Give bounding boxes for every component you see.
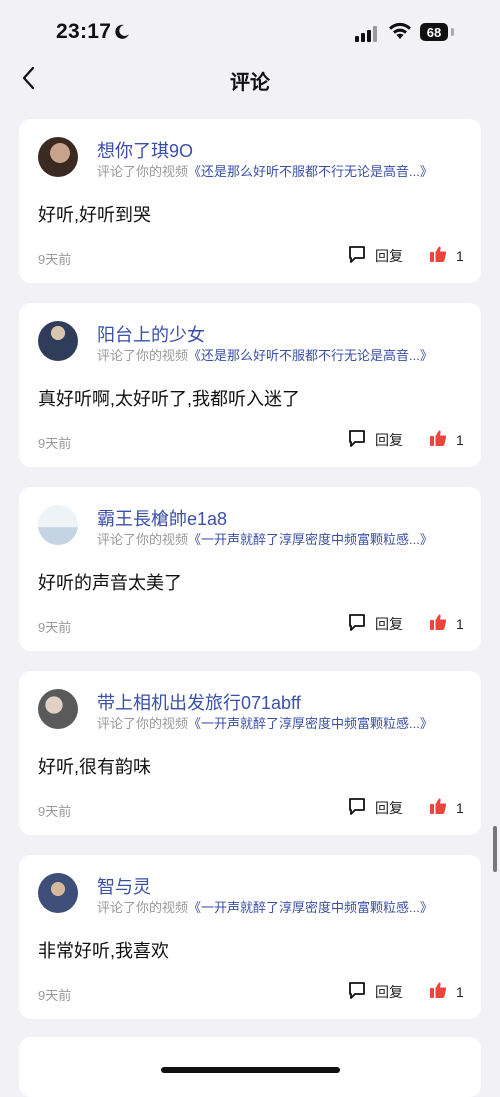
thumbs-up-icon: [429, 797, 447, 820]
status-bar: 23:17 68: [0, 0, 500, 64]
like-button[interactable]: 1: [429, 245, 464, 267]
comment-date: 9天前: [38, 620, 72, 635]
like-count: 1: [456, 984, 464, 1000]
moon-icon: [114, 24, 130, 45]
like-button[interactable]: 1: [429, 613, 464, 635]
avatar[interactable]: [38, 689, 78, 729]
action-text: 评论了你的视频: [97, 900, 189, 915]
comment-card[interactable]: 想你了琪9O 评论了你的视频《还是那么好听不服都不行无论是高音...》 好听,好…: [19, 119, 481, 283]
comment-date: 9天前: [38, 988, 72, 1003]
username[interactable]: 霸王長槍帥e1a8: [97, 505, 227, 531]
comment-text: 好听,很有韵味: [38, 757, 152, 777]
thumbs-up-icon: [429, 429, 447, 452]
reply-button[interactable]: 回复: [347, 245, 403, 267]
like-button[interactable]: 1: [429, 797, 464, 819]
battery-cap: [451, 28, 454, 36]
comment-card[interactable]: 霸王長槍帥e1a8 评论了你的视频《一开声就醉了淳厚密度中频富颗粒感...》 好…: [19, 487, 481, 651]
avatar[interactable]: [38, 505, 78, 545]
comment-meta: 评论了你的视频《还是那么好听不服都不行无论是高音...》: [97, 161, 433, 180]
like-count: 1: [456, 800, 464, 816]
thumbs-up-icon: [429, 613, 447, 636]
like-button[interactable]: 1: [429, 981, 464, 1003]
like-button[interactable]: 1: [429, 429, 464, 451]
video-link[interactable]: 《一开声就醉了淳厚密度中频富颗粒感...》: [188, 716, 433, 731]
cellular-signal-icon: [355, 26, 379, 47]
comment-meta: 评论了你的视频《还是那么好听不服都不行无论是高音...》: [97, 345, 433, 364]
avatar[interactable]: [38, 321, 78, 361]
comment-date: 9天前: [38, 252, 72, 267]
username[interactable]: 智与灵: [97, 873, 151, 899]
comment-bubble-icon: [347, 796, 367, 821]
avatar[interactable]: [38, 873, 78, 913]
comment-bubble-icon: [347, 244, 367, 269]
comment-meta: 评论了你的视频《一开声就醉了淳厚密度中频富颗粒感...》: [97, 529, 433, 548]
like-count: 1: [456, 616, 464, 632]
reply-label: 回复: [375, 984, 403, 1000]
comment-bubble-icon: [347, 980, 367, 1005]
comment-date: 9天前: [38, 804, 72, 819]
comment-text: 好听,好听到哭: [38, 205, 152, 225]
reply-label: 回复: [375, 248, 403, 264]
nav-bar: 评论: [0, 58, 500, 98]
comment-card[interactable]: 智与灵 评论了你的视频《一开声就醉了淳厚密度中频富颗粒感...》 非常好听,我喜…: [19, 855, 481, 1019]
video-link[interactable]: 《还是那么好听不服都不行无论是高音...》: [188, 164, 433, 179]
comment-bubble-icon: [347, 612, 367, 637]
action-text: 评论了你的视频: [97, 716, 189, 731]
battery-icon: 68: [420, 23, 448, 41]
page-title: 评论: [230, 72, 270, 94]
comment-bubble-icon: [347, 428, 367, 453]
comment-text: 非常好听,我喜欢: [38, 941, 170, 961]
like-count: 1: [456, 248, 464, 264]
wifi-icon: [388, 22, 412, 45]
username[interactable]: 想你了琪9O: [97, 137, 193, 163]
reply-label: 回复: [375, 616, 403, 632]
comment-text: 真好听啊,太好听了,我都听入迷了: [38, 389, 301, 409]
action-text: 评论了你的视频: [97, 348, 189, 363]
comment-card[interactable]: 阳台上的少女 评论了你的视频《还是那么好听不服都不行无论是高音...》 真好听啊…: [19, 303, 481, 467]
video-link[interactable]: 《一开声就醉了淳厚密度中频富颗粒感...》: [188, 532, 433, 547]
reply-button[interactable]: 回复: [347, 797, 403, 819]
thumbs-up-icon: [429, 981, 447, 1004]
reply-button[interactable]: 回复: [347, 429, 403, 451]
like-count: 1: [456, 432, 464, 448]
reply-label: 回复: [375, 800, 403, 816]
reply-label: 回复: [375, 432, 403, 448]
username[interactable]: 带上相机出发旅行071abff: [97, 689, 301, 715]
username[interactable]: 阳台上的少女: [97, 321, 205, 347]
comment-meta: 评论了你的视频《一开声就醉了淳厚密度中频富颗粒感...》: [97, 897, 433, 916]
status-time: 23:17: [56, 20, 112, 43]
video-link[interactable]: 《一开声就醉了淳厚密度中频富颗粒感...》: [188, 900, 433, 915]
comment-date: 9天前: [38, 436, 72, 451]
action-text: 评论了你的视频: [97, 532, 189, 547]
video-link[interactable]: 《还是那么好听不服都不行无论是高音...》: [188, 348, 433, 363]
comment-card[interactable]: 带上相机出发旅行071abff 评论了你的视频《一开声就醉了淳厚密度中频富颗粒感…: [19, 671, 481, 835]
reply-button[interactable]: 回复: [347, 613, 403, 635]
scrollbar[interactable]: [493, 826, 497, 872]
avatar[interactable]: [38, 137, 78, 177]
comment-text: 好听的声音太美了: [38, 573, 182, 593]
action-text: 评论了你的视频: [97, 164, 189, 179]
comment-meta: 评论了你的视频《一开声就醉了淳厚密度中频富颗粒感...》: [97, 713, 433, 732]
thumbs-up-icon: [429, 245, 447, 268]
home-indicator[interactable]: [161, 1067, 340, 1073]
reply-button[interactable]: 回复: [347, 981, 403, 1003]
